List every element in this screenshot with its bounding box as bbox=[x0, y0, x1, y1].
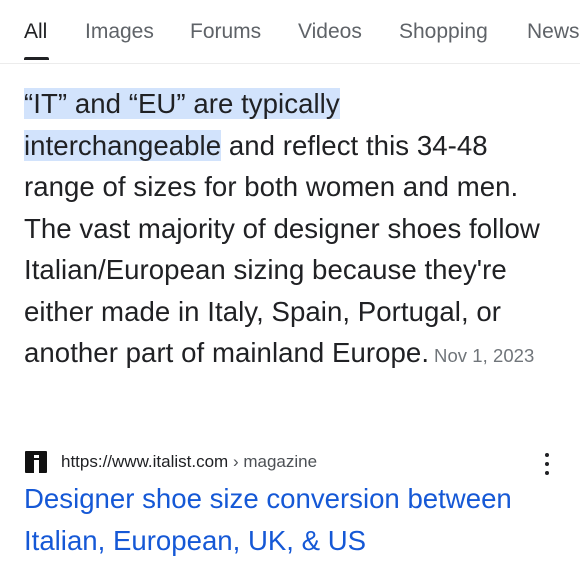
search-tabs: All Images Forums Videos Shopping News bbox=[0, 0, 580, 64]
tab-forums[interactable]: Forums bbox=[190, 19, 261, 45]
snippet-highlight-continued: interchangeable bbox=[24, 129, 222, 161]
tab-news[interactable]: News bbox=[527, 19, 580, 45]
tab-all[interactable]: All bbox=[24, 19, 47, 45]
tab-videos[interactable]: Videos bbox=[298, 19, 362, 45]
source-url: https://www.italist.com › magazine bbox=[61, 451, 317, 473]
italist-logo-icon bbox=[25, 451, 47, 473]
featured-snippet-text: “IT” and “EU” are typically interchangeab… bbox=[24, 83, 564, 377]
source-domain: https://www.italist.com bbox=[61, 452, 229, 471]
tab-images[interactable]: Images bbox=[85, 19, 154, 45]
active-tab-indicator bbox=[24, 57, 49, 60]
tab-shopping[interactable]: Shopping bbox=[399, 19, 488, 45]
snippet-date: Nov 1, 2023 bbox=[434, 345, 535, 366]
result-title-link[interactable]: Designer shoe size conversion between It… bbox=[24, 478, 569, 561]
source-path: › magazine bbox=[228, 452, 318, 471]
more-vert-icon[interactable] bbox=[544, 452, 550, 476]
snippet-highlight: “IT” and “EU” are typically bbox=[24, 88, 340, 119]
snippet-body: and reflect this 34-48 range of sizes fo… bbox=[24, 129, 540, 369]
result-source[interactable]: https://www.italist.com › magazine bbox=[24, 450, 560, 476]
